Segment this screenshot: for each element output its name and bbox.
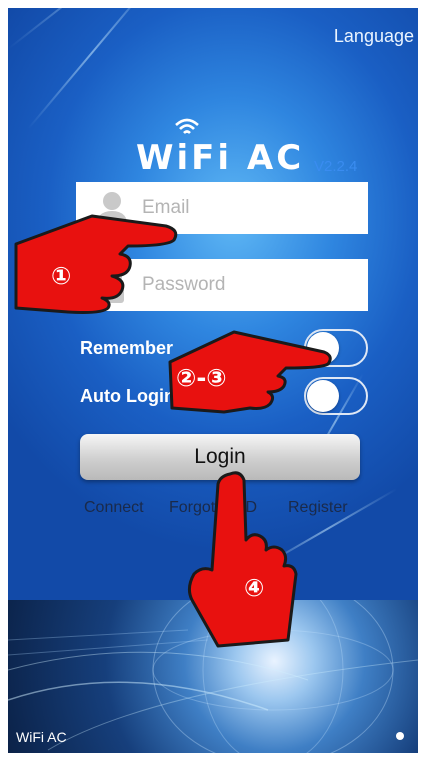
pointing-hand-icon xyxy=(187,471,298,648)
step-4-label: ④ xyxy=(244,574,265,602)
version-label: V2.2.4 xyxy=(314,158,358,175)
step-2-3-label: ②-③ xyxy=(176,364,227,392)
language-button[interactable]: Language xyxy=(334,26,414,47)
remember-label: Remember xyxy=(80,338,174,358)
auto-login-label: Auto Login xyxy=(80,386,175,406)
app-screen: Language WiFi AC V2.2.4 Email Password R… xyxy=(8,8,418,753)
wifi-icon xyxy=(175,118,199,134)
logo-text: WiFi AC xyxy=(136,138,305,178)
page-indicator-dot[interactable] xyxy=(396,732,404,740)
app-logo: WiFi AC xyxy=(136,116,306,178)
banner-title: WiFi AC xyxy=(16,729,67,745)
light-streak xyxy=(27,8,158,130)
step-1-label: ① xyxy=(51,262,72,290)
connect-link[interactable]: Connect xyxy=(84,499,144,517)
pointing-hand-icon xyxy=(14,214,178,314)
